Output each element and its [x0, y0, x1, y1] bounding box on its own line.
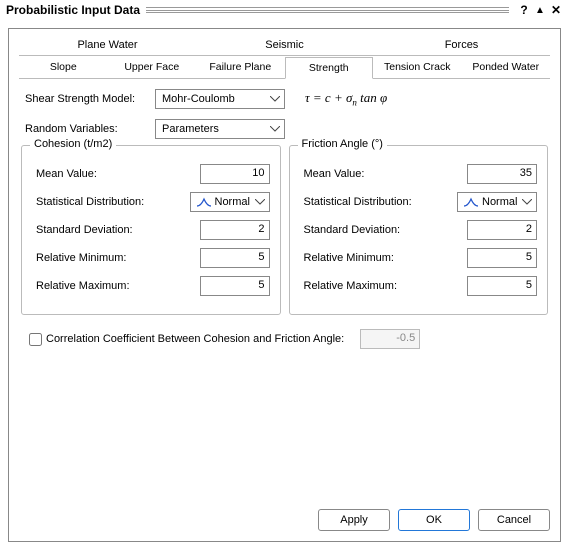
dialog-footer: Apply OK Cancel: [318, 509, 550, 531]
shear-model-select[interactable]: Mohr-Coulomb: [155, 89, 285, 109]
tab-slope[interactable]: Slope: [19, 56, 108, 78]
apply-button[interactable]: Apply: [318, 509, 390, 531]
title-bar: Probabilistic Input Data ? ▲ ✕: [0, 0, 569, 20]
correlation-row: Correlation Coefficient Between Cohesion…: [25, 329, 550, 349]
parameter-groups: Cohesion (t/m2) Mean Value: 10 Statistic…: [19, 145, 550, 315]
cohesion-std-input[interactable]: 2: [200, 220, 270, 240]
shear-equation: τ = c + σn tan φ: [305, 90, 387, 108]
cohesion-dist-select[interactable]: Normal: [190, 192, 270, 212]
correlation-checkbox[interactable]: [29, 333, 42, 346]
tab-ponded-water[interactable]: Ponded Water: [462, 56, 551, 78]
tab-row-top: Plane Water Seismic Forces: [19, 35, 550, 56]
normal-curve-icon: [464, 197, 478, 207]
friction-legend: Friction Angle (°): [298, 138, 387, 150]
random-vars-select[interactable]: Parameters: [155, 119, 285, 139]
friction-std-label: Standard Deviation:: [304, 224, 468, 236]
cohesion-group: Cohesion (t/m2) Mean Value: 10 Statistic…: [21, 145, 281, 315]
cohesion-legend: Cohesion (t/m2): [30, 138, 116, 150]
chevron-down-icon: [255, 199, 265, 205]
random-vars-row: Random Variables: Parameters: [25, 119, 550, 139]
friction-dist-value: Normal: [482, 196, 517, 208]
friction-dist-label: Statistical Distribution:: [304, 196, 458, 208]
chevron-down-icon: [522, 199, 532, 205]
correlation-input: -0.5: [360, 329, 420, 349]
cohesion-mean-input[interactable]: 10: [200, 164, 270, 184]
tab-failure-plane[interactable]: Failure Plane: [196, 56, 285, 78]
tab-strength[interactable]: Strength: [285, 57, 374, 79]
friction-std-input[interactable]: 2: [467, 220, 537, 240]
cohesion-dist-value: Normal: [215, 196, 250, 208]
tab-forces[interactable]: Forces: [373, 35, 550, 55]
help-icon[interactable]: ?: [517, 3, 531, 17]
chevron-down-icon: [270, 96, 280, 102]
close-icon[interactable]: ✕: [549, 3, 563, 17]
window-title: Probabilistic Input Data: [6, 3, 140, 17]
friction-mean-input[interactable]: 35: [467, 164, 537, 184]
cancel-button[interactable]: Cancel: [478, 509, 550, 531]
cohesion-relmin-input[interactable]: 5: [200, 248, 270, 268]
cohesion-relmin-label: Relative Minimum:: [36, 252, 200, 264]
friction-dist-select[interactable]: Normal: [457, 192, 537, 212]
cohesion-relmax-label: Relative Maximum:: [36, 280, 200, 292]
title-fill: [146, 7, 509, 13]
correlation-label: Correlation Coefficient Between Cohesion…: [46, 333, 344, 345]
random-vars-label: Random Variables:: [25, 123, 155, 135]
tab-tension-crack[interactable]: Tension Crack: [373, 56, 462, 78]
tab-upper-face[interactable]: Upper Face: [108, 56, 197, 78]
ok-button[interactable]: OK: [398, 509, 470, 531]
cohesion-relmax-input[interactable]: 5: [200, 276, 270, 296]
friction-relmin-input[interactable]: 5: [467, 248, 537, 268]
friction-group: Friction Angle (°) Mean Value: 35 Statis…: [289, 145, 549, 315]
random-vars-value: Parameters: [162, 123, 219, 135]
collapse-icon[interactable]: ▲: [533, 3, 547, 17]
friction-relmax-label: Relative Maximum:: [304, 280, 468, 292]
shear-model-value: Mohr-Coulomb: [162, 93, 235, 105]
shear-model-label: Shear Strength Model:: [25, 93, 155, 105]
chevron-down-icon: [270, 126, 280, 132]
tab-plane-water[interactable]: Plane Water: [19, 35, 196, 55]
friction-relmax-input[interactable]: 5: [467, 276, 537, 296]
dialog-body: Plane Water Seismic Forces Slope Upper F…: [8, 28, 561, 542]
tab-row-bottom: Slope Upper Face Failure Plane Strength …: [19, 56, 550, 79]
friction-mean-label: Mean Value:: [304, 168, 468, 180]
cohesion-dist-label: Statistical Distribution:: [36, 196, 190, 208]
tab-seismic[interactable]: Seismic: [196, 35, 373, 55]
normal-curve-icon: [197, 197, 211, 207]
friction-relmin-label: Relative Minimum:: [304, 252, 468, 264]
cohesion-std-label: Standard Deviation:: [36, 224, 200, 236]
cohesion-mean-label: Mean Value:: [36, 168, 200, 180]
shear-model-row: Shear Strength Model: Mohr-Coulomb τ = c…: [25, 89, 550, 109]
